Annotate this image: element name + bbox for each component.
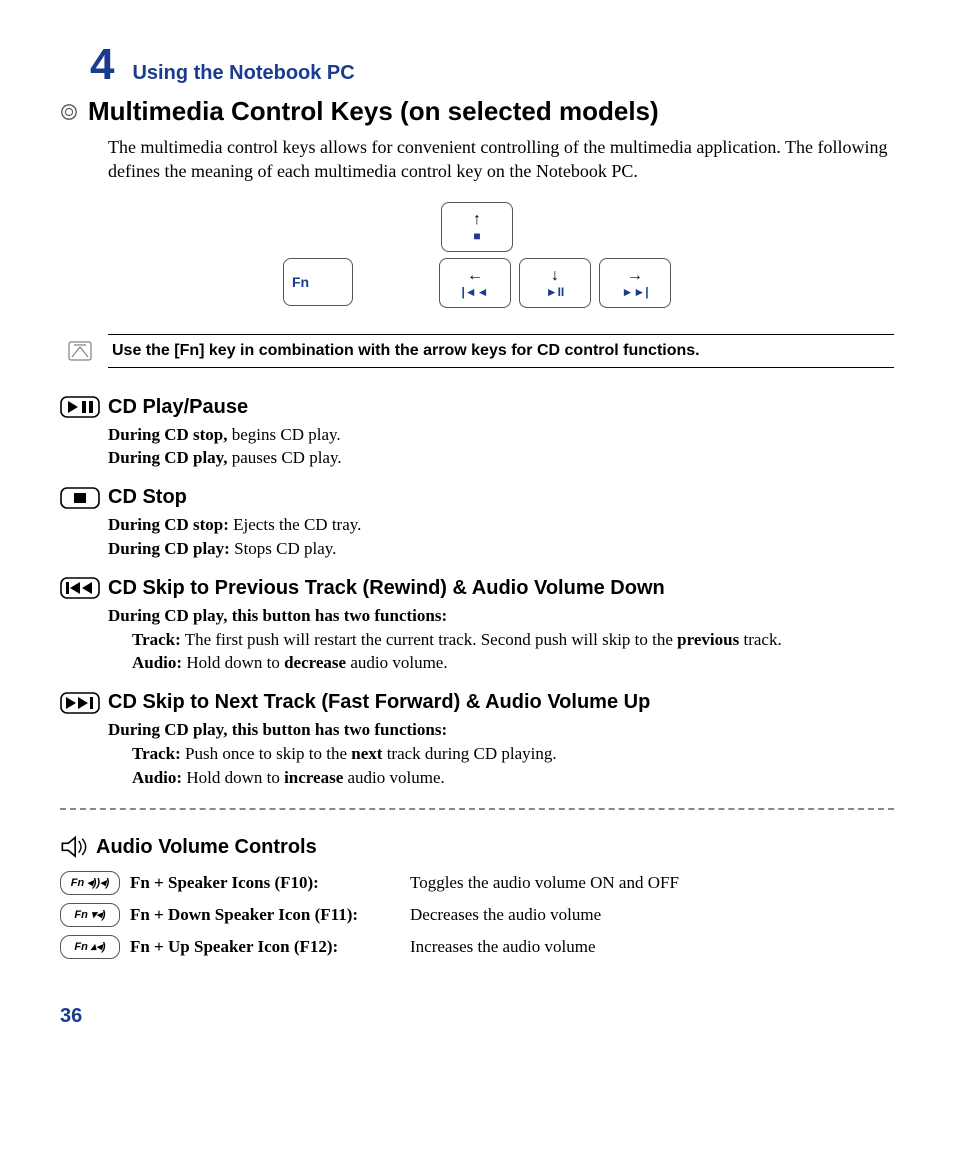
arrow-up-icon: ↑ xyxy=(473,212,481,228)
body-line: During CD stop: Ejects the CD tray. xyxy=(108,513,894,537)
section-volume-head: Audio Volume Controls xyxy=(60,836,894,859)
section-title: CD Stop xyxy=(108,486,187,509)
key-right: → ►►| xyxy=(599,258,671,308)
key-diagram: ↑ ■ Fn ← |◄◄ ↓ ►II → ►►| xyxy=(60,202,894,308)
volume-label: Fn + Down Speaker Icon (F11): xyxy=(130,905,400,925)
section-next: CD Skip to Next Track (Fast Forward) & A… xyxy=(60,691,894,789)
volume-desc: Toggles the audio volume ON and OFF xyxy=(410,873,894,893)
arrow-right-icon: → xyxy=(627,268,643,284)
divider xyxy=(60,808,894,810)
key-left: ← |◄◄ xyxy=(439,258,511,308)
table-row: Fn ▴◂) Fn + Up Speaker Icon (F12): Incre… xyxy=(60,935,894,959)
fn-key-icon: Fn ▴◂) xyxy=(60,935,120,959)
page-number: 36 xyxy=(60,1005,894,1028)
volume-table: Fn ◂))◂) Fn + Speaker Icons (F10): Toggl… xyxy=(60,871,894,959)
section-play-pause: CD Play/Pause During CD stop, begins CD … xyxy=(60,396,894,471)
body-lead: During CD play, this button has two func… xyxy=(108,604,894,628)
key-up: ↑ ■ xyxy=(441,202,513,252)
chapter-number: 4 xyxy=(90,40,114,90)
body-line: During CD stop, begins CD play. xyxy=(108,423,894,447)
body-line: Audio: Hold down to increase audio volum… xyxy=(132,766,894,790)
volume-label: Fn + Up Speaker Icon (F12): xyxy=(130,937,400,957)
skip-next-icon: ►►| xyxy=(621,286,648,298)
section-stop: CD Stop During CD stop: Ejects the CD tr… xyxy=(60,486,894,561)
key-fn: Fn xyxy=(283,258,353,306)
fn-key-icon: Fn ▾◂) xyxy=(60,903,120,927)
body-line: During CD play, pauses CD play. xyxy=(108,446,894,470)
table-row: Fn ▾◂) Fn + Down Speaker Icon (F11): Dec… xyxy=(60,903,894,927)
play-pause-icon: ►II xyxy=(546,286,565,298)
speaker-icon xyxy=(60,836,88,858)
section-title: CD Play/Pause xyxy=(108,396,248,419)
arrow-down-icon: ↓ xyxy=(551,268,559,284)
volume-desc: Decreases the audio volume xyxy=(410,905,894,925)
arrow-left-icon: ← xyxy=(467,268,483,284)
skip-prev-icon: |◄◄ xyxy=(461,286,488,298)
bullet-ring-icon xyxy=(60,103,78,121)
section-title: CD Skip to Previous Track (Rewind) & Aud… xyxy=(108,577,665,600)
volume-label: Fn + Speaker Icons (F10): xyxy=(130,873,400,893)
key-down: ↓ ►II xyxy=(519,258,591,308)
stop-symbol-icon: ■ xyxy=(473,230,480,242)
chapter-header: 4 Using the Notebook PC xyxy=(90,40,894,90)
play-pause-icon xyxy=(60,396,100,418)
skip-next-icon xyxy=(60,692,100,714)
body-line: During CD play: Stops CD play. xyxy=(108,537,894,561)
fn-label: Fn xyxy=(292,274,309,290)
body-line: Audio: Hold down to decrease audio volum… xyxy=(132,651,894,675)
page-title: Multimedia Control Keys (on selected mod… xyxy=(88,96,659,127)
body-lead: During CD play, this button has two func… xyxy=(108,718,894,742)
section-title: Audio Volume Controls xyxy=(96,836,317,859)
volume-desc: Increases the audio volume xyxy=(410,937,894,957)
section-title: CD Skip to Next Track (Fast Forward) & A… xyxy=(108,691,650,714)
intro-paragraph: The multimedia control keys allows for c… xyxy=(108,135,894,184)
skip-prev-icon xyxy=(60,577,100,599)
page-heading-row: Multimedia Control Keys (on selected mod… xyxy=(60,96,894,127)
fn-key-icon: Fn ◂))◂) xyxy=(60,871,120,895)
body-line: Track: Push once to skip to the next tra… xyxy=(132,742,894,766)
note-text: Use the [Fn] key in combination with the… xyxy=(112,342,700,360)
note-box: Use the [Fn] key in combination with the… xyxy=(108,334,894,368)
table-row: Fn ◂))◂) Fn + Speaker Icons (F10): Toggl… xyxy=(60,871,894,895)
body-line: Track: The first push will restart the c… xyxy=(132,628,894,652)
stop-icon xyxy=(60,487,100,509)
note-icon xyxy=(68,341,92,361)
chapter-title: Using the Notebook PC xyxy=(132,62,354,85)
section-prev: CD Skip to Previous Track (Rewind) & Aud… xyxy=(60,577,894,675)
